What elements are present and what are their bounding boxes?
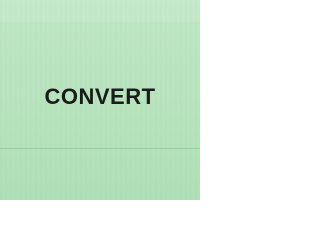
- button-divider: [0, 148, 200, 149]
- convert-button-label: CONVERT: [44, 84, 156, 109]
- convert-button[interactable]: CONVERT: [0, 0, 200, 200]
- button-top-band: [0, 0, 200, 22]
